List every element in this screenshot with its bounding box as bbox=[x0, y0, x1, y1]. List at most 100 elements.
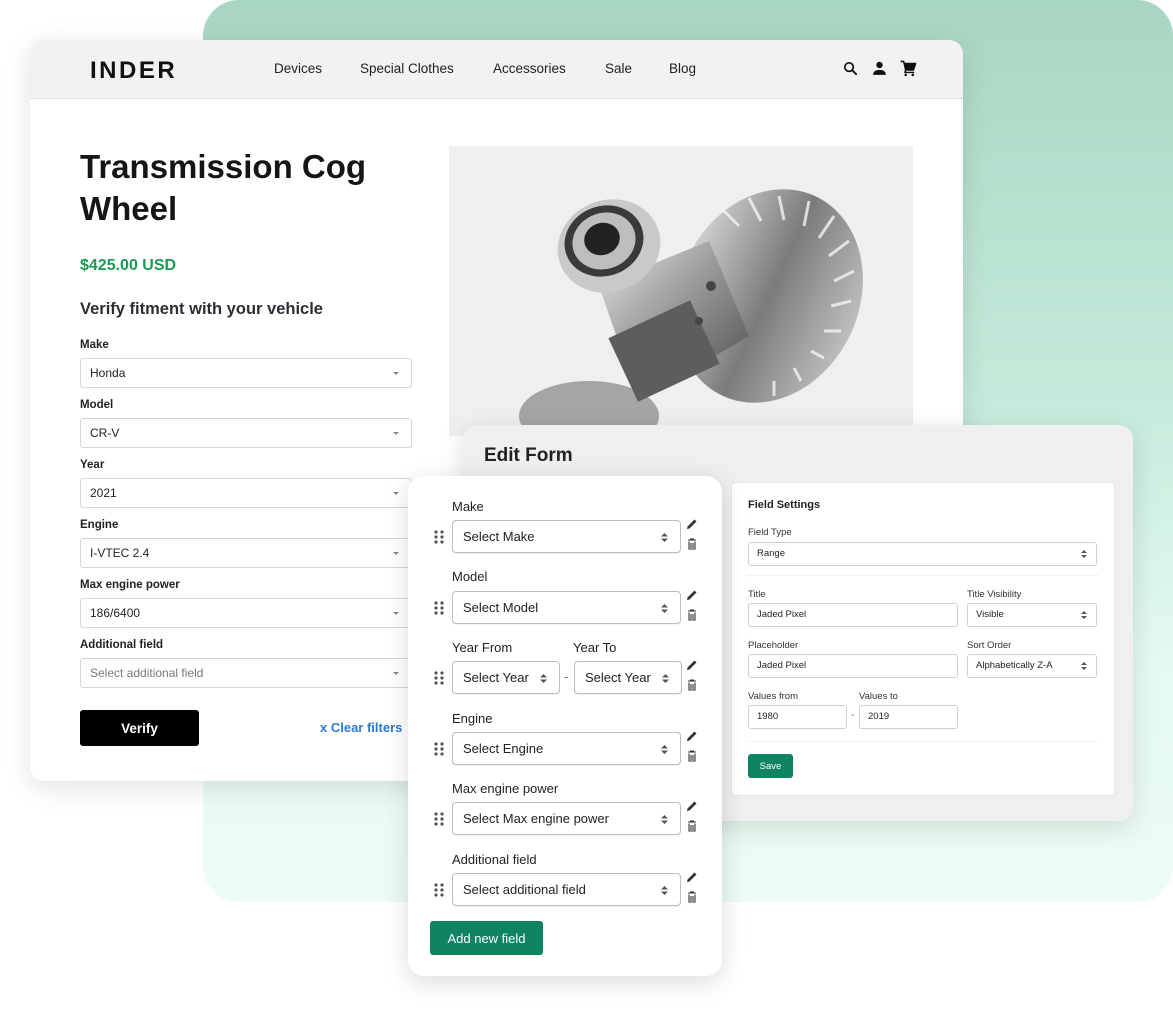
select-value: Select Year bbox=[463, 670, 529, 685]
input-value: Jaded Pixel bbox=[757, 609, 807, 620]
trash-icon[interactable] bbox=[687, 538, 697, 550]
builder-field-label: Max engine power bbox=[452, 781, 559, 796]
caret-down-icon bbox=[393, 612, 399, 615]
updown-chevron-icon bbox=[1081, 662, 1087, 670]
additional-field-select[interactable]: Select additional field bbox=[452, 873, 681, 906]
year-select[interactable]: 2021 bbox=[80, 478, 412, 508]
drag-handle-icon[interactable] bbox=[433, 601, 445, 615]
nav-special-clothes[interactable]: Special Clothes bbox=[360, 61, 454, 76]
select-value: I-VTEC 2.4 bbox=[90, 546, 150, 560]
nav-sale[interactable]: Sale bbox=[605, 61, 632, 76]
product-price: $425.00 USD bbox=[80, 257, 177, 274]
builder-row-make: Select Make bbox=[408, 518, 722, 554]
make-select[interactable]: Select Make bbox=[452, 520, 681, 553]
engine-select[interactable]: I-VTEC 2.4 bbox=[80, 538, 412, 568]
save-button[interactable]: Save bbox=[748, 754, 793, 778]
select-value: Select Model bbox=[463, 600, 539, 615]
select-value: Honda bbox=[90, 366, 126, 380]
drag-handle-icon[interactable] bbox=[433, 742, 445, 756]
builder-field-label: Year To bbox=[573, 640, 617, 655]
trash-icon[interactable] bbox=[687, 609, 697, 621]
differential-gear-image bbox=[519, 189, 863, 436]
builder-row-model: Select Model bbox=[408, 589, 722, 625]
updown-chevron-icon bbox=[661, 886, 668, 895]
product-image bbox=[449, 146, 913, 436]
edit-pencil-icon[interactable] bbox=[686, 730, 698, 742]
placeholder-input[interactable]: Jaded Pixel bbox=[748, 654, 958, 678]
nav-devices[interactable]: Devices bbox=[274, 61, 322, 76]
updown-chevron-icon bbox=[1081, 611, 1087, 619]
updown-chevron-icon bbox=[661, 533, 668, 542]
select-value: Visible bbox=[976, 609, 1004, 620]
sort-order-label: Sort Order bbox=[967, 640, 1012, 651]
select-value: Select additional field bbox=[463, 882, 586, 897]
divider bbox=[748, 575, 1097, 576]
fitment-field-model: Model CR-V bbox=[80, 399, 412, 448]
select-value: CR-V bbox=[90, 426, 120, 440]
select-value: Range bbox=[757, 548, 785, 559]
drag-handle-icon[interactable] bbox=[433, 671, 445, 685]
edit-pencil-icon[interactable] bbox=[686, 871, 698, 883]
year-to-select[interactable]: Select Year bbox=[574, 661, 682, 694]
edit-form-title: Edit Form bbox=[484, 445, 573, 466]
fitment-field-power: Max engine power 186/6400 bbox=[80, 579, 412, 628]
drag-handle-icon[interactable] bbox=[433, 530, 445, 544]
cart-icon[interactable] bbox=[900, 60, 917, 77]
fitment-label: Make bbox=[80, 339, 109, 351]
field-type-select[interactable]: Range bbox=[748, 542, 1097, 566]
verify-button[interactable]: Verify bbox=[80, 710, 199, 746]
values-to-input[interactable]: 2019 bbox=[859, 705, 958, 729]
max-power-select[interactable]: 186/6400 bbox=[80, 598, 412, 628]
title-input[interactable]: Jaded Pixel bbox=[748, 603, 958, 627]
select-value: Select Make bbox=[463, 529, 535, 544]
values-from-input[interactable]: 1980 bbox=[748, 705, 847, 729]
updown-chevron-icon bbox=[661, 604, 668, 613]
fitment-field-year: Year 2021 bbox=[80, 459, 412, 508]
range-separator: - bbox=[564, 669, 569, 684]
add-new-field-button[interactable]: Add new field bbox=[430, 921, 543, 955]
clear-filters-link[interactable]: x Clear filters bbox=[320, 720, 402, 735]
trash-icon[interactable] bbox=[687, 679, 697, 691]
additional-field-select[interactable]: Select additional field bbox=[80, 658, 412, 688]
edit-pencil-icon[interactable] bbox=[686, 659, 698, 671]
store-logo[interactable]: INDER bbox=[90, 57, 177, 85]
make-select[interactable]: Honda bbox=[80, 358, 412, 388]
builder-field-label: Model bbox=[452, 569, 488, 584]
year-from-select[interactable]: Select Year bbox=[452, 661, 560, 694]
drag-handle-icon[interactable] bbox=[433, 812, 445, 826]
title-visibility-select[interactable]: Visible bbox=[967, 603, 1097, 627]
builder-field-label: Make bbox=[452, 499, 484, 514]
updown-chevron-icon bbox=[662, 674, 669, 683]
nav-accessories[interactable]: Accessories bbox=[493, 61, 566, 76]
builder-field-label: Additional field bbox=[452, 852, 537, 867]
input-value: 1980 bbox=[757, 711, 779, 722]
caret-down-icon bbox=[393, 432, 399, 435]
fitment-label: Engine bbox=[80, 519, 119, 531]
select-value: Alphabetically Z-A bbox=[976, 660, 1053, 671]
trash-icon[interactable] bbox=[687, 820, 697, 832]
edit-pencil-icon[interactable] bbox=[686, 518, 698, 530]
edit-pencil-icon[interactable] bbox=[686, 589, 698, 601]
caret-down-icon bbox=[393, 492, 399, 495]
model-select[interactable]: Select Model bbox=[452, 591, 681, 624]
account-icon[interactable] bbox=[871, 60, 888, 77]
values-to-label: Values to bbox=[859, 691, 898, 702]
trash-icon[interactable] bbox=[687, 891, 697, 903]
drag-handle-icon[interactable] bbox=[433, 883, 445, 897]
select-value: Select Year bbox=[585, 670, 651, 685]
engine-select[interactable]: Select Engine bbox=[452, 732, 681, 765]
max-power-select[interactable]: Select Max engine power bbox=[452, 802, 681, 835]
sort-order-select[interactable]: Alphabetically Z-A bbox=[967, 654, 1097, 678]
search-icon[interactable] bbox=[842, 60, 859, 77]
fitment-label: Additional field bbox=[80, 639, 164, 651]
select-value: 186/6400 bbox=[90, 606, 141, 620]
store-header: INDER Devices Special Clothes Accessorie… bbox=[30, 40, 963, 99]
caret-down-icon bbox=[393, 372, 399, 375]
nav-blog[interactable]: Blog bbox=[669, 61, 696, 76]
fitment-heading: Verify fitment with your vehicle bbox=[80, 300, 323, 318]
edit-pencil-icon[interactable] bbox=[686, 800, 698, 812]
placeholder-label: Placeholder bbox=[748, 640, 799, 651]
model-select[interactable]: CR-V bbox=[80, 418, 412, 448]
input-value: Jaded Pixel bbox=[757, 660, 807, 671]
trash-icon[interactable] bbox=[687, 750, 697, 762]
